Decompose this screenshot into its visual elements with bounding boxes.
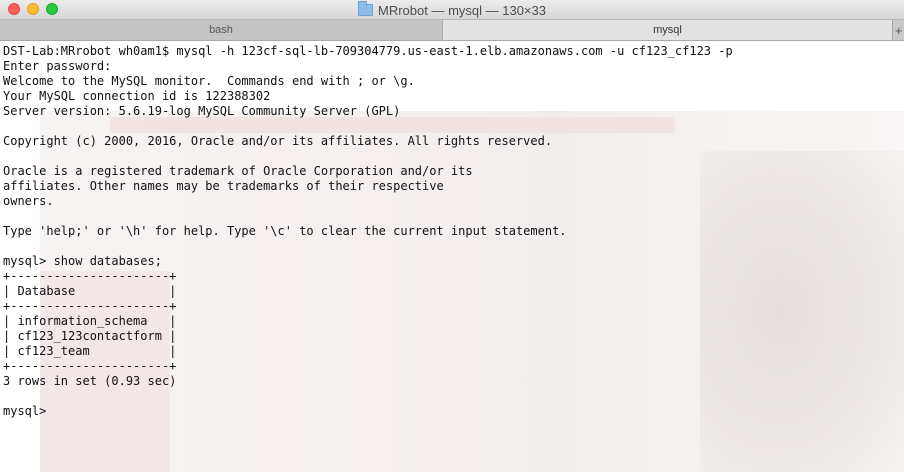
- tab-mysql[interactable]: mysql: [443, 20, 893, 40]
- terminal-line: DST-Lab:MRrobot wh0am1$ mysql -h 123cf-s…: [3, 44, 733, 58]
- terminal-line: Oracle is a registered trademark of Orac…: [3, 164, 473, 178]
- terminal-line: +----------------------+: [3, 359, 177, 373]
- terminal-line: mysql>: [3, 404, 54, 418]
- window-title-wrap: MRrobot — mysql — 130×33: [0, 0, 904, 20]
- terminal-line: +----------------------+: [3, 299, 177, 313]
- terminal-view[interactable]: DST-Lab:MRrobot wh0am1$ mysql -h 123cf-s…: [0, 41, 904, 472]
- terminal-line: Your MySQL connection id is 122388302: [3, 89, 271, 103]
- terminal-line: 3 rows in set (0.93 sec): [3, 374, 177, 388]
- terminal-line: +----------------------+: [3, 269, 177, 283]
- terminal-line: | information_schema |: [3, 314, 177, 328]
- window-titlebar: MRrobot — mysql — 130×33: [0, 0, 904, 20]
- tab-bash-label: bash: [209, 24, 233, 36]
- window-title: MRrobot — mysql — 130×33: [378, 2, 546, 18]
- terminal-line: Server version: 5.6.19-log MySQL Communi…: [3, 104, 401, 118]
- terminal-line: Welcome to the MySQL monitor. Commands e…: [3, 74, 415, 88]
- terminal-line: Type 'help;' or '\h' for help. Type '\c'…: [3, 224, 567, 238]
- terminal-line: affiliates. Other names may be trademark…: [3, 179, 444, 193]
- terminal-line: | Database |: [3, 284, 177, 298]
- terminal-line: Copyright (c) 2000, 2016, Oracle and/or …: [3, 134, 553, 148]
- terminal-line: mysql> show databases;: [3, 254, 162, 268]
- plus-icon: +: [895, 22, 903, 38]
- tab-mysql-label: mysql: [653, 24, 682, 36]
- terminal-line: | cf123_123contactform |: [3, 329, 177, 343]
- terminal-output: DST-Lab:MRrobot wh0am1$ mysql -h 123cf-s…: [3, 44, 733, 419]
- tab-bar: bash mysql +: [0, 20, 904, 41]
- tab-bash[interactable]: bash: [0, 20, 443, 40]
- terminal-line: Enter password:: [3, 59, 112, 73]
- folder-icon: [358, 1, 373, 16]
- terminal-line: | cf123_team |: [3, 344, 177, 358]
- new-tab-button[interactable]: +: [893, 20, 904, 40]
- terminal-line: owners.: [3, 194, 54, 208]
